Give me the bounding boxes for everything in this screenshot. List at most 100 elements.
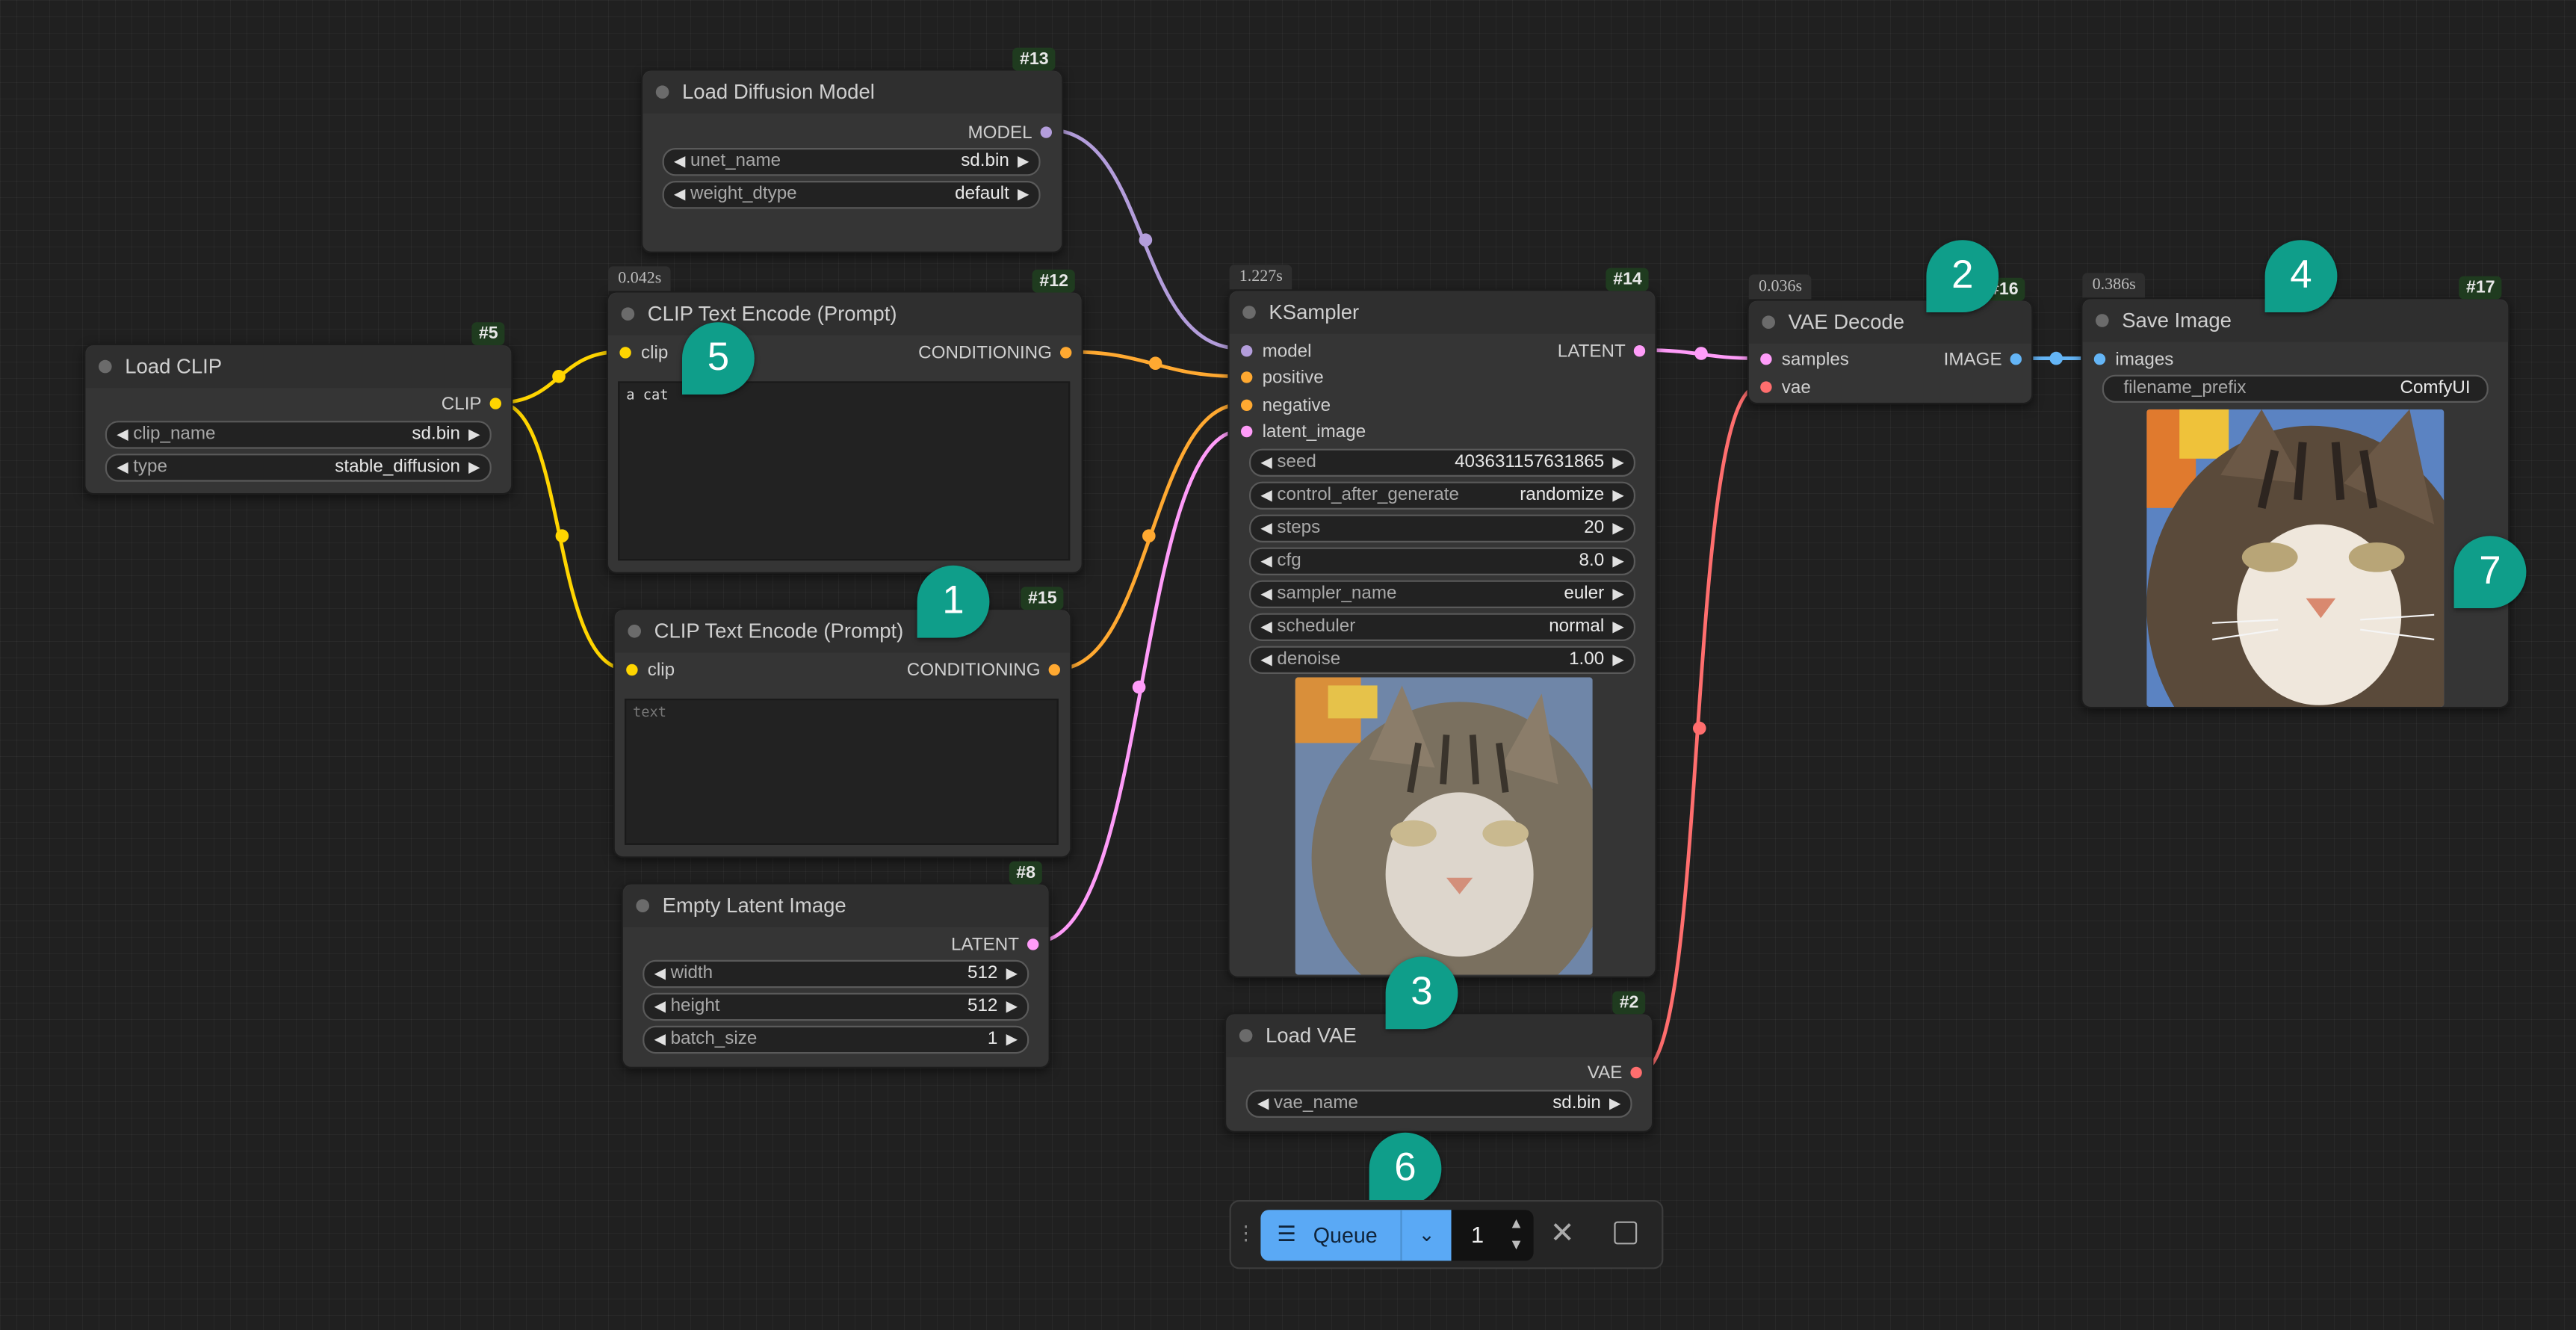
- arrow-right-icon[interactable]: ▶: [1006, 995, 1018, 1019]
- node-clip-text-encode-negative[interactable]: #15 CLIP Text Encode (Prompt) clip CONDI…: [613, 587, 1072, 859]
- arrow-right-icon[interactable]: ▶: [1018, 149, 1029, 174]
- widget-seed[interactable]: ◀ seed 403631157631865 ▶: [1249, 448, 1635, 477]
- slot-dot-icon[interactable]: [1760, 381, 1772, 393]
- input-positive[interactable]: positive: [1236, 367, 1324, 390]
- arrow-left-icon[interactable]: ◀: [1260, 483, 1272, 508]
- widget-scheduler[interactable]: ◀ scheduler normal ▶: [1249, 613, 1635, 641]
- widget-filename-prefix[interactable]: filename_prefix ComfyUI: [2102, 374, 2489, 403]
- output-latent[interactable]: LATENT: [1558, 340, 1649, 363]
- slot-dot-icon[interactable]: [1060, 347, 1072, 359]
- slot-dot-icon[interactable]: [2093, 353, 2106, 365]
- arrow-right-icon[interactable]: ▶: [1006, 962, 1018, 986]
- widget-clip-name[interactable]: ◀ clip_name sd.bin ▶: [105, 421, 492, 449]
- node-empty-latent-image[interactable]: #8 Empty Latent Image LATENT ◀ width 512 ▶ …: [621, 861, 1050, 1068]
- queue-count-value[interactable]: 1: [1471, 1222, 1484, 1248]
- arrow-left-icon[interactable]: ◀: [654, 1027, 666, 1052]
- arrow-right-icon[interactable]: ▶: [1612, 451, 1623, 475]
- arrow-left-icon[interactable]: ◀: [1260, 648, 1272, 672]
- collapse-dot-icon[interactable]: [1239, 1029, 1253, 1042]
- widget-weight-dtype[interactable]: ◀ weight_dtype default ▶: [662, 181, 1041, 209]
- widget-control-after-generate[interactable]: ◀ control_after_generate randomize ▶: [1249, 481, 1635, 510]
- arrow-right-icon[interactable]: ▶: [1006, 1027, 1018, 1052]
- slot-dot-icon[interactable]: [1241, 399, 1253, 411]
- arrow-right-icon[interactable]: ▶: [1612, 483, 1623, 508]
- input-latent-image[interactable]: latent_image: [1236, 421, 1366, 444]
- node-load-clip[interactable]: #5 Load CLIP CLIP ◀ clip_name sd.bin ▶ ◀ typ…: [84, 322, 513, 495]
- arrow-right-icon[interactable]: ▶: [1609, 1092, 1620, 1116]
- arrow-left-icon[interactable]: ◀: [654, 995, 666, 1019]
- widget-steps[interactable]: ◀ steps 20 ▶: [1249, 514, 1635, 542]
- node-title[interactable]: CLIP Text Encode (Prompt): [614, 610, 1071, 653]
- widget-clip-type[interactable]: ◀ type stable_diffusion ▶: [105, 454, 492, 482]
- output-image[interactable]: IMAGE: [1944, 348, 2025, 371]
- close-icon[interactable]: ✕: [1550, 1216, 1575, 1251]
- queue-count-stepper[interactable]: 1 ▲ ▼: [1451, 1210, 1534, 1261]
- input-clip[interactable]: clip: [622, 659, 675, 682]
- collapse-dot-icon[interactable]: [636, 899, 649, 912]
- slot-dot-icon[interactable]: [1241, 371, 1253, 383]
- arrow-left-icon[interactable]: ◀: [1260, 582, 1272, 607]
- prompt-textarea[interactable]: a cat: [618, 381, 1071, 561]
- input-images[interactable]: images: [2089, 348, 2173, 371]
- slot-dot-icon[interactable]: [1633, 345, 1646, 357]
- arrow-right-icon[interactable]: ▶: [1612, 549, 1623, 574]
- node-ksampler[interactable]: 1.227s #14 KSampler model positive negat…: [1227, 265, 1657, 978]
- collapse-dot-icon[interactable]: [1762, 315, 1775, 329]
- queue-button[interactable]: ☰ Queue ⌄: [1260, 1210, 1452, 1261]
- graph-canvas[interactable]: #13 Load Diffusion Model MODEL ◀ unet_nam…: [0, 0, 2576, 1330]
- node-title[interactable]: Load Diffusion Model: [643, 70, 1062, 114]
- widget-unet-name[interactable]: ◀ unet_name sd.bin ▶: [662, 148, 1041, 176]
- arrow-left-icon[interactable]: ◀: [674, 182, 685, 207]
- arrow-left-icon[interactable]: ◀: [1260, 549, 1272, 574]
- node-title[interactable]: CLIP Text Encode (Prompt): [608, 292, 1082, 335]
- output-conditioning[interactable]: CONDITIONING: [907, 659, 1064, 682]
- prompt-textarea[interactable]: text: [625, 699, 1059, 845]
- arrow-left-icon[interactable]: ◀: [1260, 516, 1272, 541]
- slot-dot-icon[interactable]: [2010, 353, 2022, 365]
- arrow-right-icon[interactable]: ▶: [1612, 516, 1623, 541]
- drag-handle-icon[interactable]: ⋮: [1236, 1222, 1255, 1245]
- arrow-right-icon[interactable]: ▶: [1612, 582, 1623, 607]
- arrow-left-icon[interactable]: ◀: [1257, 1092, 1269, 1116]
- slot-dot-icon[interactable]: [1048, 664, 1060, 676]
- widget-batch-size[interactable]: ◀ batch_size 1 ▶: [643, 1025, 1030, 1054]
- arrow-left-icon[interactable]: ◀: [117, 422, 128, 447]
- arrow-left-icon[interactable]: ◀: [117, 455, 128, 480]
- slot-dot-icon[interactable]: [1760, 353, 1772, 365]
- slot-dot-icon[interactable]: [1630, 1066, 1642, 1079]
- widget-denoise[interactable]: ◀ denoise 1.00 ▶: [1249, 646, 1635, 674]
- input-vae[interactable]: vae: [1756, 377, 1811, 400]
- node-load-diffusion-model[interactable]: #13 Load Diffusion Model MODEL ◀ unet_nam…: [641, 47, 1064, 253]
- node-title[interactable]: Empty Latent Image: [622, 884, 1049, 927]
- node-vae-decode[interactable]: 0.036s #16 VAE Decode samples vae IMAGE: [1747, 274, 2034, 405]
- input-samples[interactable]: samples: [1756, 348, 1849, 371]
- arrow-right-icon[interactable]: ▶: [1018, 182, 1029, 207]
- collapse-dot-icon[interactable]: [621, 307, 635, 321]
- output-clip[interactable]: CLIP: [442, 393, 505, 416]
- chevron-down-icon[interactable]: ▼: [1509, 1236, 1524, 1252]
- collapse-dot-icon[interactable]: [1242, 306, 1256, 319]
- slot-dot-icon[interactable]: [1241, 425, 1253, 438]
- node-clip-text-encode-positive[interactable]: 0.042s #12 CLIP Text Encode (Prompt) cli…: [606, 266, 1083, 574]
- slot-dot-icon[interactable]: [1040, 126, 1052, 138]
- arrow-left-icon[interactable]: ◀: [674, 149, 685, 174]
- arrow-right-icon[interactable]: ▶: [468, 455, 480, 480]
- input-negative[interactable]: negative: [1236, 395, 1331, 418]
- output-conditioning[interactable]: CONDITIONING: [918, 342, 1075, 365]
- collapse-dot-icon[interactable]: [655, 85, 669, 99]
- arrow-left-icon[interactable]: ◀: [1260, 451, 1272, 475]
- slot-dot-icon[interactable]: [619, 347, 631, 359]
- output-latent[interactable]: LATENT: [951, 934, 1042, 957]
- collapse-dot-icon[interactable]: [628, 625, 641, 638]
- node-save-image[interactable]: 0.386s #17 Save Image images filename_pr…: [2081, 273, 2510, 709]
- collapse-dot-icon[interactable]: [99, 359, 112, 374]
- chevron-up-icon[interactable]: ▲: [1509, 1215, 1524, 1231]
- arrow-left-icon[interactable]: ◀: [654, 962, 666, 986]
- stop-icon[interactable]: [1614, 1221, 1638, 1245]
- node-title[interactable]: Load CLIP: [85, 345, 512, 389]
- widget-sampler-name[interactable]: ◀ sampler_name euler ▶: [1249, 580, 1635, 608]
- arrow-right-icon[interactable]: ▶: [1612, 648, 1623, 672]
- widget-cfg[interactable]: ◀ cfg 8.0 ▶: [1249, 547, 1635, 575]
- node-title[interactable]: KSampler: [1229, 291, 1656, 334]
- input-model[interactable]: model: [1236, 340, 1312, 363]
